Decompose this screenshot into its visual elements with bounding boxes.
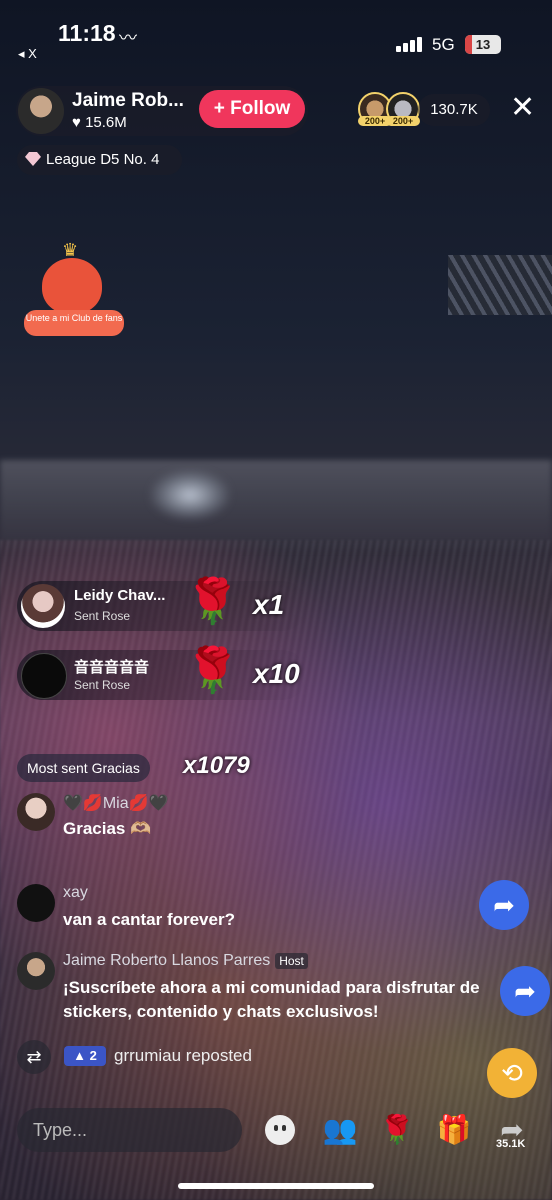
most-sent-badge[interactable]: Most sent Gracias bbox=[17, 754, 150, 782]
gift-notification: 音音音音音 Sent Rose 🌹 x10 bbox=[17, 646, 307, 700]
signal-icon bbox=[396, 36, 424, 52]
host-name[interactable]: Jaime Rob... bbox=[72, 90, 184, 112]
chat-text: van a cantar forever? bbox=[63, 910, 235, 929]
stadium-light bbox=[150, 470, 230, 520]
share-count: 35.1K bbox=[496, 1138, 526, 1150]
chat-message[interactable]: Jaime Roberto Llanos Parres Host ¡Suscríb… bbox=[17, 952, 537, 1032]
battery-icon: 13 bbox=[465, 35, 501, 54]
stadium-tower bbox=[448, 255, 552, 315]
close-icon[interactable]: ✕ bbox=[510, 93, 535, 123]
comment-input[interactable] bbox=[17, 1108, 242, 1152]
gifter-name: 音音音音音 bbox=[74, 659, 150, 676]
home-indicator[interactable] bbox=[178, 1183, 374, 1189]
chat-username[interactable]: xay bbox=[63, 884, 88, 902]
stethoscope-icon: 〰 bbox=[119, 28, 137, 48]
gifter-name: Leidy Chav... bbox=[74, 587, 166, 604]
chat-avatar[interactable] bbox=[17, 952, 55, 990]
gift-action: Sent Rose bbox=[74, 678, 131, 692]
host-avatar[interactable] bbox=[18, 88, 64, 134]
host-info[interactable]: Jaime Rob... ♥ 15.6M + Follow bbox=[16, 86, 308, 136]
rose-gift-icon: 🌹 bbox=[185, 646, 240, 695]
chat-text: ¡Suscríbete ahora a mi comunidad para di… bbox=[63, 978, 480, 1021]
chat-text: Gracias 🫶🏼 bbox=[63, 819, 152, 838]
status-time: 11:18 bbox=[58, 20, 116, 46]
chat-message[interactable]: 🖤💋Mia💋🖤 Gracias 🫶🏼 bbox=[17, 793, 537, 853]
gift-action: Sent Rose bbox=[74, 609, 131, 623]
viewer-count[interactable]: 130.7K bbox=[418, 94, 490, 126]
share-arrow-icon[interactable]: ➦ bbox=[500, 966, 550, 1016]
multi-guest-icon[interactable]: 👥 bbox=[318, 1108, 362, 1152]
rose-gift-icon: 🌹 bbox=[185, 577, 240, 626]
back-to-app-link[interactable]: ◂ X bbox=[18, 46, 37, 62]
gem-icon bbox=[25, 152, 41, 166]
chat-username[interactable]: 🖤💋Mia💋🖤 bbox=[63, 793, 168, 813]
gift-count: x1 bbox=[253, 589, 285, 620]
crowd bbox=[0, 540, 552, 1200]
repost-float-icon[interactable]: ⟲ bbox=[487, 1048, 537, 1098]
rose-icon[interactable]: 🌹 bbox=[375, 1108, 419, 1152]
status-bar: 11:18 〰 ◂ X 5G 13 bbox=[0, 0, 552, 70]
host-likes: ♥ 15.6M bbox=[72, 114, 127, 131]
top-viewer-avatar[interactable]: 200+ bbox=[386, 92, 420, 126]
gifter-avatar[interactable] bbox=[21, 584, 65, 628]
chat-message[interactable]: xay van a cantar forever? bbox=[17, 884, 537, 934]
chat-username[interactable]: Jaime Roberto Llanos Parres Host bbox=[63, 952, 308, 970]
level-badge: ▲ 2 bbox=[64, 1046, 106, 1066]
gift-count: x10 bbox=[253, 658, 300, 689]
bottom-bar: 👥 🌹 🎁 ➦ 35.1K bbox=[0, 1104, 552, 1164]
emoji-icon[interactable] bbox=[258, 1108, 302, 1152]
repost-icon[interactable]: ⇄ bbox=[17, 1040, 51, 1074]
network-type: 5G bbox=[432, 35, 455, 54]
host-tag: Host bbox=[275, 953, 308, 969]
chat-avatar[interactable] bbox=[17, 793, 55, 831]
gift-icon[interactable]: 🎁 bbox=[432, 1108, 476, 1152]
follow-button[interactable]: + Follow bbox=[199, 90, 305, 128]
repost-text: grrumiau reposted bbox=[114, 1046, 252, 1065]
most-sent-count: x1079 bbox=[183, 752, 250, 779]
gifter-avatar[interactable] bbox=[21, 653, 67, 699]
heart-mascot-icon bbox=[42, 258, 102, 314]
gift-notification: Leidy Chav... Sent Rose 🌹 x1 bbox=[17, 577, 307, 631]
fan-club-label: Unete a mi Club de fans bbox=[24, 310, 124, 336]
chat-avatar[interactable] bbox=[17, 884, 55, 922]
stadium-roof bbox=[0, 460, 552, 550]
share-arrow-icon[interactable]: ➦ bbox=[479, 880, 529, 930]
viewer-list[interactable]: 200+ 200+ 130.7K bbox=[358, 92, 492, 128]
fan-club-badge[interactable]: ♛ Unete a mi Club de fans bbox=[24, 240, 126, 340]
league-badge[interactable]: League D5 No. 4 bbox=[17, 145, 182, 175]
